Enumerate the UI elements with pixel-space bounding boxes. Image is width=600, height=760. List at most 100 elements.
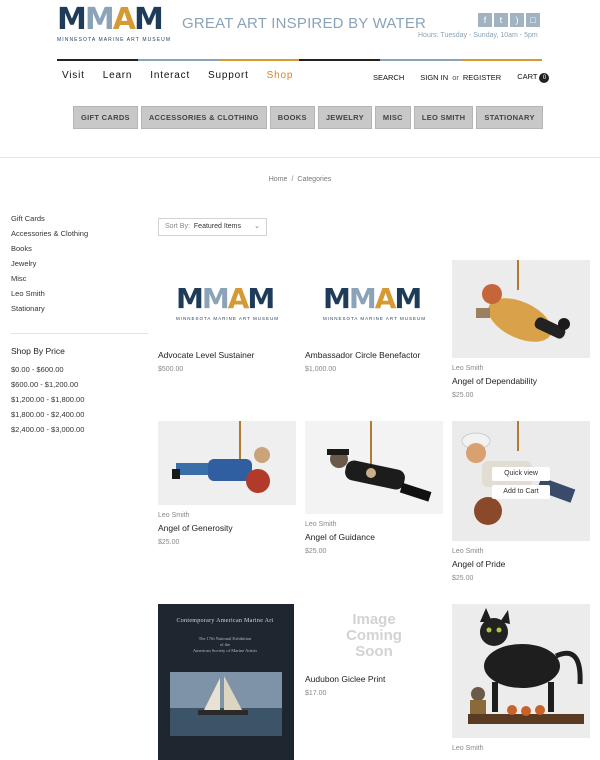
product-image[interactable]: Image Coming Soon — [305, 604, 443, 668]
sidebar-item-misc[interactable]: Misc — [11, 274, 148, 289]
logo-letter: M — [84, 2, 115, 37]
museum-logo[interactable]: M M A M MINNESOTA MARINE ART MUSEUM — [57, 2, 172, 46]
product-brand: Leo Smith — [452, 548, 484, 555]
product-image[interactable] — [452, 260, 590, 358]
product-card[interactable]: Quick view Add to Cart Leo Smith Angel o… — [452, 421, 590, 582]
product-image[interactable] — [452, 604, 590, 738]
nav-visit[interactable]: Visit — [62, 70, 85, 81]
signin-link[interactable]: SIGN IN — [420, 73, 448, 82]
sidebar-item-leo-smith[interactable]: Leo Smith — [11, 289, 148, 304]
cat-gift-cards[interactable]: GIFT CARDS — [73, 106, 138, 129]
cat-stationary[interactable]: STATIONARY — [476, 106, 543, 129]
museum-logo-image: MMAM MINNESOTA MARINE ART MUSEUM — [176, 282, 280, 321]
angel-figure-image — [461, 421, 576, 525]
breadcrumb-home[interactable]: Home — [269, 176, 288, 183]
product-name[interactable]: Ambassador Circle Benefactor — [305, 350, 443, 360]
cat-books[interactable]: BOOKS — [269, 106, 315, 129]
placeholder-line: Image — [352, 611, 396, 628]
product-price: $17.00 — [305, 690, 327, 697]
product-card[interactable]: Leo Smith — [452, 604, 590, 752]
cat-misc[interactable]: MISC — [374, 106, 411, 129]
price-range-link[interactable]: $600.00 - $1,200.00 — [11, 380, 148, 395]
product-card[interactable]: Image Coming Soon Audubon Giclee Print $… — [305, 604, 443, 697]
sidebar-item-accessories-clothing[interactable]: Accessories & Clothing — [11, 229, 148, 244]
sidebar-item-stationary[interactable]: Stationary — [11, 304, 148, 319]
chevron-down-icon: ⌄ — [254, 223, 260, 230]
facebook-icon[interactable]: f — [478, 13, 492, 27]
sort-value: Featured Items — [193, 223, 241, 230]
sidebar-item-gift-cards[interactable]: Gift Cards — [11, 214, 148, 229]
breadcrumb-separator: / — [291, 176, 294, 183]
nav-shop[interactable]: Shop — [267, 70, 294, 81]
angel-figure-image — [476, 260, 570, 342]
product-price: $25.00 — [452, 575, 474, 582]
add-to-cart-button[interactable]: Add to Cart — [492, 485, 550, 499]
product-price: $500.00 — [158, 366, 184, 373]
product-brand: Leo Smith — [158, 512, 190, 519]
logo-letter: A — [112, 2, 136, 37]
category-nav: GIFT CARDS ACCESSORIES & CLOTHING BOOKS … — [73, 106, 543, 129]
rss-icon[interactable]: ) — [510, 13, 524, 27]
placeholder-line: Coming — [346, 627, 402, 644]
search-link[interactable]: SEARCH — [373, 73, 404, 82]
product-name[interactable]: Angel of Guidance — [305, 532, 443, 542]
sidebar: Gift Cards Accessories & Clothing Books … — [11, 214, 148, 440]
sidebar-item-jewelry[interactable]: Jewelry — [11, 259, 148, 274]
price-range-link[interactable]: $1,800.00 - $2,400.00 — [11, 410, 148, 425]
social-links: f t ) □ — [478, 13, 540, 27]
utility-nav: SEARCH SIGN IN or REGISTER CART 0 — [373, 72, 550, 83]
cat-jewelry[interactable]: JEWELRY — [317, 106, 372, 129]
logo-subtitle: MINNESOTA MARINE ART MUSEUM — [323, 316, 427, 321]
sort-select[interactable]: Sort By: Featured Items ⌄ — [158, 218, 267, 236]
header-color-bar — [57, 59, 542, 61]
angel-figure-image — [327, 421, 432, 502]
contact-icon[interactable]: □ — [526, 13, 540, 27]
product-image[interactable]: MMAM MINNESOTA MARINE ART MUSEUM — [305, 260, 443, 345]
product-image[interactable]: Quick view Add to Cart — [452, 421, 590, 541]
main-nav: Visit Learn Interact Support Shop — [62, 70, 293, 81]
register-link[interactable]: REGISTER — [463, 73, 501, 82]
price-range-link[interactable]: $0.00 - $600.00 — [11, 365, 148, 380]
breadcrumb-current: Categories — [297, 176, 332, 183]
breadcrumb: Home / Categories — [0, 176, 600, 183]
sort-label: Sort By: — [165, 223, 190, 230]
product-image[interactable] — [305, 421, 443, 514]
book-cover-painting — [170, 672, 282, 736]
or-text: or — [452, 73, 459, 82]
placeholder-line: Soon — [355, 643, 393, 660]
cart-label: CART — [517, 72, 538, 81]
product-name[interactable]: Advocate Level Sustainer — [158, 350, 296, 360]
quick-view-button[interactable]: Quick view — [492, 467, 550, 481]
product-brand: Leo Smith — [452, 745, 484, 752]
price-range-link[interactable]: $1,200.00 - $1,800.00 — [11, 395, 148, 410]
product-image[interactable] — [158, 421, 296, 505]
product-card[interactable]: Contemporary American Marine Art The 17t… — [158, 604, 296, 760]
product-name[interactable]: Angel of Generosity — [158, 523, 296, 533]
nav-learn[interactable]: Learn — [103, 70, 133, 81]
product-card[interactable]: Leo Smith Angel of Guidance $25.00 — [305, 421, 443, 555]
product-card[interactable]: MMAM MINNESOTA MARINE ART MUSEUM Advocat… — [158, 260, 296, 373]
hours-text: Hours: Tuesday - Sunday, 10am - 5pm — [418, 32, 538, 39]
price-filter-title: Shop By Price — [11, 346, 65, 356]
product-image[interactable]: MMAM MINNESOTA MARINE ART MUSEUM — [158, 260, 296, 345]
sidebar-divider — [11, 333, 148, 334]
product-price: $25.00 — [452, 392, 474, 399]
twitter-icon[interactable]: t — [494, 13, 508, 27]
nav-interact[interactable]: Interact — [150, 70, 190, 81]
cat-leo-smith[interactable]: LEO SMITH — [413, 106, 474, 129]
logo-subtitle: MINNESOTA MARINE ART MUSEUM — [57, 37, 172, 43]
sidebar-item-books[interactable]: Books — [11, 244, 148, 259]
product-name[interactable]: Audubon Giclee Print — [305, 674, 443, 684]
nav-support[interactable]: Support — [208, 70, 249, 81]
product-card[interactable]: MMAM MINNESOTA MARINE ART MUSEUM Ambassa… — [305, 260, 443, 373]
product-name[interactable]: Angel of Pride — [452, 559, 590, 569]
product-image[interactable]: Contemporary American Marine Art The 17t… — [158, 604, 294, 760]
product-card[interactable]: Leo Smith Angel of Dependability $25.00 — [452, 260, 590, 399]
product-name[interactable]: Angel of Dependability — [452, 376, 590, 386]
angel-figure-image — [172, 421, 270, 493]
cart-link[interactable]: CART 0 — [517, 72, 550, 83]
product-card[interactable]: Leo Smith Angel of Generosity $25.00 — [158, 421, 296, 546]
price-range-link[interactable]: $2,400.00 - $3,000.00 — [11, 425, 148, 440]
cat-accessories-clothing[interactable]: ACCESSORIES & CLOTHING — [140, 106, 267, 129]
logo-letter: M — [133, 2, 164, 37]
